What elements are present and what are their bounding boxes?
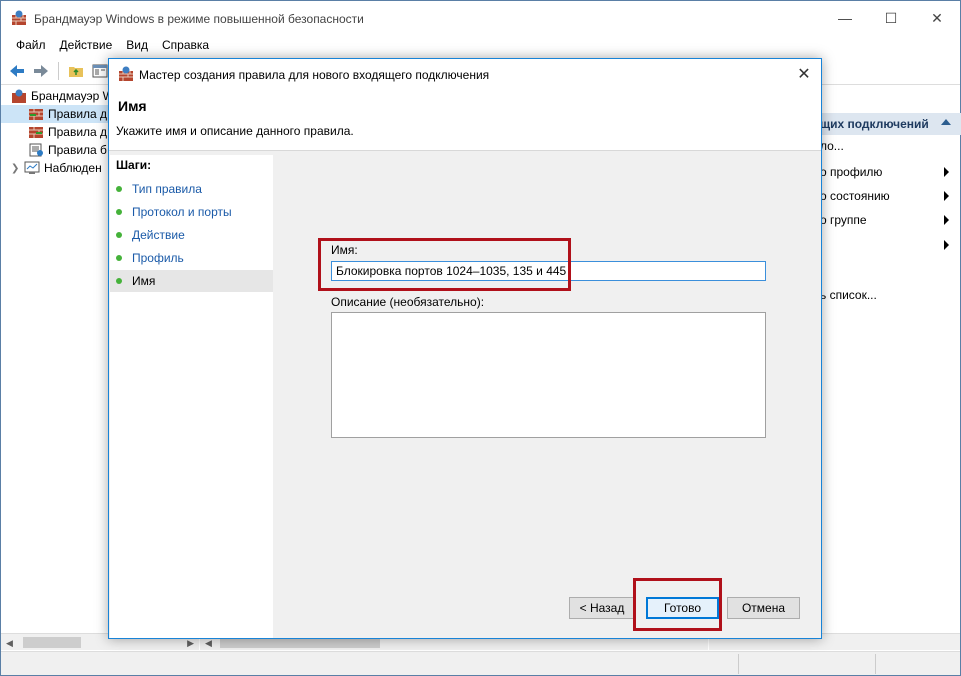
- window-title: Брандмауэр Windows в режиме повышенной б…: [34, 12, 364, 26]
- up-folder-icon[interactable]: [66, 61, 86, 81]
- new-rule-wizard-dialog: Мастер создания правила для нового входя…: [108, 58, 822, 639]
- forward-arrow-icon[interactable]: [31, 61, 51, 81]
- toolbar-separator: [58, 62, 59, 80]
- scroll-right-icon[interactable]: ▶: [187, 638, 194, 649]
- dialog-close-button[interactable]: ✕: [787, 59, 821, 89]
- step-dot-icon: [116, 255, 122, 261]
- page-subtitle: Укажите имя и описание данного правила.: [116, 124, 354, 138]
- outbound-rules-icon: [29, 127, 43, 138]
- steps-title: Шаги:: [116, 158, 152, 172]
- security-rules-icon: [29, 143, 43, 157]
- step-dot-icon: [116, 278, 122, 284]
- firewall-icon: [12, 10, 26, 25]
- main-titlebar: Брандмауэр Windows в режиме повышенной б…: [1, 1, 960, 35]
- menubar: Файл Действие Вид Справка: [1, 35, 960, 57]
- menu-action[interactable]: Действие: [53, 35, 120, 57]
- step-name[interactable]: Имя: [110, 270, 273, 292]
- menu-view[interactable]: Вид: [119, 35, 155, 57]
- step-action[interactable]: Действие: [110, 224, 273, 246]
- tree-item-label: Брандмауэр W: [31, 89, 114, 103]
- scroll-left-icon[interactable]: ◀: [205, 638, 212, 649]
- close-button[interactable]: ✕: [914, 1, 960, 35]
- back-button[interactable]: < Назад: [569, 597, 635, 619]
- scroll-left-icon[interactable]: ◀: [6, 638, 13, 649]
- status-bar: [1, 651, 960, 675]
- minimize-button[interactable]: —: [822, 1, 868, 35]
- tree-item-label: Наблюден: [44, 161, 102, 175]
- firewall-icon: [12, 89, 26, 103]
- submenu-arrow-icon: [944, 191, 949, 201]
- tree-item-label: Правила д: [48, 107, 108, 121]
- name-highlight-frame: [318, 238, 571, 291]
- cancel-button[interactable]: Отмена: [727, 597, 800, 619]
- tree-item-label: Правила б: [48, 143, 107, 157]
- content-pane: Имя: Описание (необязательно):: [277, 155, 821, 638]
- step-profile[interactable]: Профиль: [110, 247, 273, 269]
- description-label: Описание (необязательно):: [331, 295, 485, 309]
- rule-description-input[interactable]: [331, 312, 766, 438]
- inbound-rules-icon: [29, 109, 43, 120]
- steps-pane: Шаги: Тип правила Протокол и порты Дейст…: [110, 155, 273, 638]
- collapse-icon[interactable]: [941, 119, 951, 125]
- finish-highlight-frame: [633, 578, 722, 631]
- submenu-arrow-icon: [944, 240, 949, 250]
- firewall-icon: [119, 66, 133, 81]
- menu-help[interactable]: Справка: [155, 35, 216, 57]
- scroll-thumb[interactable]: [23, 637, 81, 648]
- page-title: Имя: [118, 98, 147, 114]
- monitoring-icon: [24, 161, 40, 174]
- step-rule-type[interactable]: Тип правила: [110, 178, 273, 200]
- step-dot-icon: [116, 186, 122, 192]
- status-cell: [875, 654, 960, 674]
- chevron-right-icon[interactable]: ❯: [11, 163, 24, 174]
- step-protocol-ports[interactable]: Протокол и порты: [110, 201, 273, 223]
- dialog-titlebar: Мастер создания правила для нового входя…: [109, 59, 821, 89]
- submenu-arrow-icon: [944, 167, 949, 177]
- back-arrow-icon[interactable]: [7, 61, 27, 81]
- menu-file[interactable]: Файл: [9, 35, 53, 57]
- status-cell: [738, 654, 875, 674]
- dialog-title: Мастер создания правила для нового входя…: [139, 68, 490, 82]
- tree-item-label: Правила д: [48, 125, 108, 139]
- step-dot-icon: [116, 209, 122, 215]
- step-dot-icon: [116, 232, 122, 238]
- console-tree-icon[interactable]: [90, 61, 110, 81]
- maximize-button[interactable]: ☐: [868, 1, 914, 35]
- dialog-header: Имя Укажите имя и описание данного прави…: [109, 89, 821, 151]
- submenu-arrow-icon: [944, 215, 949, 225]
